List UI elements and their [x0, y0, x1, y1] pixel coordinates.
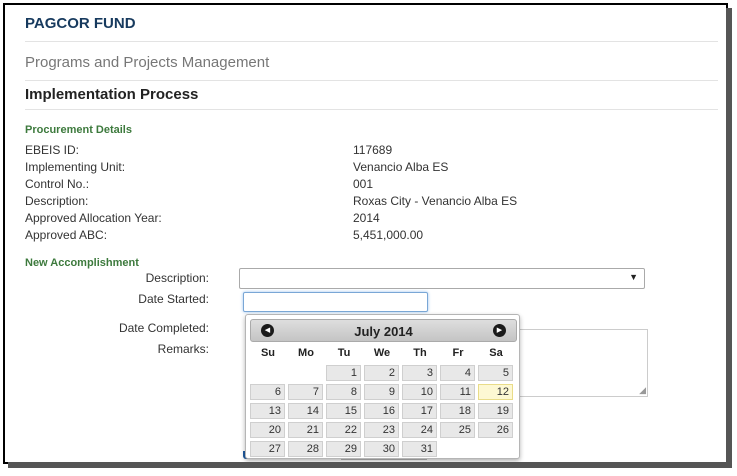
calendar-day-today[interactable]: 12 [478, 384, 513, 400]
date-completed-label: Date Completed: [118, 321, 209, 335]
remarks-label: Remarks: [157, 342, 209, 356]
calendar-day[interactable]: 20 [250, 422, 285, 438]
weekday-header: Fr [452, 347, 464, 359]
calendar-day[interactable]: 19 [478, 403, 513, 419]
control-no-label: Control No.: [25, 177, 90, 191]
section-title: Implementation Process [25, 86, 199, 103]
calendar-day[interactable]: 22 [326, 422, 361, 438]
calendar-day[interactable]: 18 [440, 403, 475, 419]
weekday-header: Su [260, 347, 276, 359]
description-value: Roxas City - Venancio Alba ES [353, 194, 518, 208]
next-month-icon[interactable]: ▶ [493, 324, 506, 337]
divider [25, 109, 718, 110]
accomplishment-description-label: Description: [145, 271, 209, 285]
weekday-header: Mo [298, 347, 314, 359]
calendar-day[interactable]: 14 [288, 403, 323, 419]
calendar-day[interactable]: 21 [288, 422, 323, 438]
calendar-day[interactable]: 10 [402, 384, 437, 400]
calendar-day[interactable]: 5 [478, 365, 513, 381]
approved-abc-value: 5,451,000.00 [353, 228, 424, 242]
calendar-day[interactable]: 1 [326, 365, 361, 381]
calendar-day[interactable]: 4 [440, 365, 475, 381]
date-started-input[interactable] [243, 292, 428, 312]
calendar-day[interactable]: 13 [250, 403, 285, 419]
implementing-unit-value: Venancio Alba ES [353, 160, 449, 174]
datepicker-header: ◀ July 2014 ▶ [250, 319, 517, 342]
allocation-year-label: Approved Allocation Year: [25, 211, 162, 225]
weekday-header: Tu [337, 347, 351, 359]
ebeis-id-label: EBEIS ID: [25, 143, 80, 157]
chevron-down-icon: ▼ [629, 272, 638, 282]
calendar-day[interactable]: 16 [364, 403, 399, 419]
calendar-day[interactable]: 15 [326, 403, 361, 419]
calendar-day[interactable]: 6 [250, 384, 285, 400]
new-accomplishment-heading: New Accomplishment [25, 257, 139, 269]
weekday-header: Th [413, 347, 427, 359]
date-started-label: Date Started: [138, 292, 209, 306]
calendar-day[interactable]: 8 [326, 384, 361, 400]
weekday-header: Sa [489, 347, 503, 359]
module-title: Programs and Projects Management [25, 54, 270, 71]
calendar-day[interactable]: 26 [478, 422, 513, 438]
control-no-value: 001 [353, 177, 374, 191]
brand-title[interactable]: PAGCOR FUND [25, 15, 136, 32]
ebeis-id-value: 117689 [353, 143, 393, 157]
allocation-year-value: 2014 [353, 211, 380, 225]
procurement-details-heading: Procurement Details [25, 124, 132, 136]
datepicker-popup: ◀ July 2014 ▶ Su Mo Tu We Th Fr Sa 1 2 3 4 5 6 7 8 9 10… [245, 314, 520, 459]
remarks-textarea[interactable]: ◢ [505, 329, 648, 397]
calendar-day[interactable]: 27 [250, 441, 285, 457]
implementing-unit-label: Implementing Unit: [25, 160, 126, 174]
divider [25, 80, 718, 81]
datepicker-month-title: July 2014 [354, 324, 413, 339]
calendar-day[interactable]: 7 [288, 384, 323, 400]
calendar-day[interactable]: 29 [326, 441, 361, 457]
calendar-day[interactable]: 9 [364, 384, 399, 400]
description-label: Description: [25, 194, 89, 208]
calendar-day[interactable]: 31 [402, 441, 437, 457]
app-window: PAGCOR FUND Programs and Projects Manage… [3, 3, 728, 464]
calendar-day[interactable]: 28 [288, 441, 323, 457]
divider [25, 41, 718, 42]
calendar-day[interactable]: 24 [402, 422, 437, 438]
resize-grip-icon[interactable]: ◢ [639, 385, 646, 396]
description-select[interactable]: ▼ [239, 268, 645, 289]
calendar-day[interactable]: 2 [364, 365, 399, 381]
calendar-day[interactable]: 3 [402, 365, 437, 381]
calendar-day[interactable]: 11 [440, 384, 475, 400]
window-shadow [726, 8, 732, 463]
calendar-day[interactable]: 30 [364, 441, 399, 457]
calendar-day[interactable]: 17 [402, 403, 437, 419]
calendar-day[interactable]: 23 [364, 422, 399, 438]
weekday-header: We [373, 347, 391, 359]
approved-abc-label: Approved ABC: [25, 228, 108, 242]
window-shadow [8, 462, 732, 468]
calendar-day[interactable]: 25 [440, 422, 475, 438]
